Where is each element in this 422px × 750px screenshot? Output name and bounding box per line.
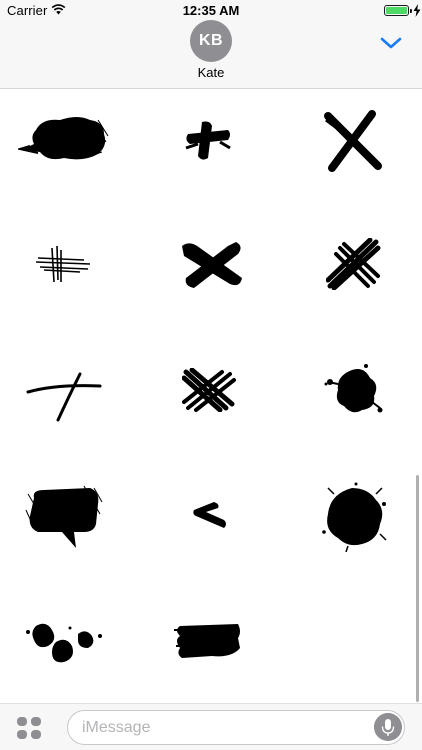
sticker-brush-arrow[interactable] bbox=[190, 498, 230, 530]
avatar-initials: KB bbox=[198, 32, 224, 49]
sticker-brush-stroke[interactable] bbox=[172, 618, 244, 662]
sticker-bold-x[interactable] bbox=[322, 110, 386, 172]
message-bar: iMessage bbox=[0, 703, 422, 750]
contact-name[interactable]: Kate bbox=[0, 65, 422, 80]
app-drawer-icon[interactable] bbox=[16, 716, 42, 740]
chevron-down-icon[interactable] bbox=[380, 35, 402, 51]
microphone-icon[interactable] bbox=[374, 713, 402, 741]
sticker-ink-drops[interactable] bbox=[22, 614, 106, 668]
battery-icon bbox=[384, 5, 409, 16]
status-bar: Carrier 12:35 AM bbox=[0, 0, 422, 22]
conversation-header: Carrier 12:35 AM KB Kate bbox=[0, 0, 422, 89]
battery-level bbox=[386, 7, 407, 14]
sticker-thin-hatch-cross[interactable] bbox=[34, 242, 94, 286]
sticker-small-brush-cross[interactable] bbox=[180, 118, 235, 162]
sticker-scribble-speech-bubble[interactable] bbox=[18, 112, 110, 170]
message-input[interactable]: iMessage bbox=[67, 710, 405, 745]
sticker-ink-splat-large[interactable] bbox=[320, 482, 388, 552]
scrollbar[interactable] bbox=[416, 475, 419, 702]
sticker-scratchy-x[interactable] bbox=[326, 238, 382, 290]
avatar[interactable]: KB bbox=[190, 20, 232, 62]
sticker-ink-splat-small[interactable] bbox=[322, 362, 386, 418]
sticker-hatched-speech-bubble[interactable] bbox=[24, 484, 104, 556]
sticker-hand-drawn-plus[interactable] bbox=[26, 370, 104, 422]
charging-bolt-icon bbox=[413, 4, 421, 17]
sticker-multi-stroke-x[interactable] bbox=[182, 368, 236, 412]
battery-tip bbox=[410, 9, 412, 13]
message-placeholder: iMessage bbox=[82, 719, 151, 736]
sticker-thick-brush-x[interactable] bbox=[178, 238, 246, 290]
sticker-grid bbox=[0, 90, 422, 702]
status-time: 12:35 AM bbox=[182, 3, 240, 18]
